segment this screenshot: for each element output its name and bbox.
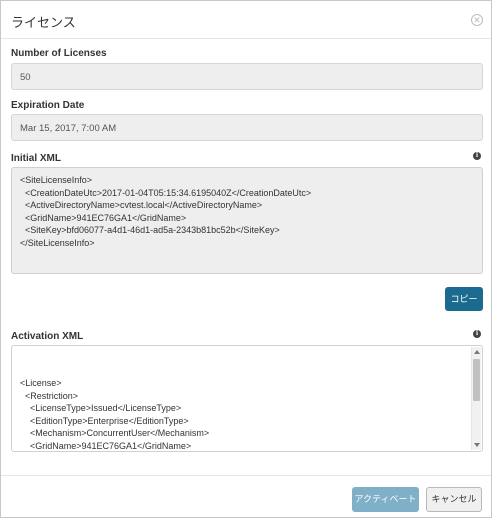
activation-xml-textarea[interactable]: <License> <Restriction> <LicenseType>Iss… (11, 345, 483, 452)
dialog-title: ライセンス (11, 15, 76, 30)
expiration-field[interactable]: Mar 15, 2017, 7:00 AM (11, 114, 483, 141)
dialog-footer: アクティベート キャンセル (1, 475, 491, 517)
activate-button[interactable]: アクティベート (352, 487, 419, 512)
info-icon[interactable]: i (473, 330, 481, 338)
scroll-thumb[interactable] (473, 359, 480, 401)
expiration-label: Expiration Date (11, 100, 85, 111)
close-icon[interactable]: ✕ (471, 14, 483, 26)
dialog-header: ライセンス ✕ (1, 1, 491, 39)
cancel-button[interactable]: キャンセル (426, 487, 482, 512)
activation-xml-label: Activation XML (11, 331, 84, 342)
activation-xml-scrollbar[interactable] (471, 347, 481, 450)
expiration-value: Mar 15, 2017, 7:00 AM (20, 123, 117, 134)
license-dialog: ライセンス ✕ Number of Licenses 50 Expiration… (0, 0, 492, 518)
scroll-down-arrow-icon[interactable] (474, 443, 480, 447)
licenses-value: 50 (20, 72, 31, 83)
licenses-field[interactable]: 50 (11, 63, 483, 90)
activation-xml-content: <License> <Restriction> <LicenseType>Iss… (20, 378, 210, 451)
scroll-up-arrow-icon[interactable] (474, 350, 480, 354)
licenses-label: Number of Licenses (11, 48, 107, 59)
initial-xml-label: Initial XML (11, 153, 61, 164)
initial-xml-textarea[interactable]: <SiteLicenseInfo> <CreationDateUtc>2017-… (11, 167, 483, 274)
info-icon[interactable]: i (473, 152, 481, 160)
copy-button[interactable]: コピー (445, 287, 483, 311)
